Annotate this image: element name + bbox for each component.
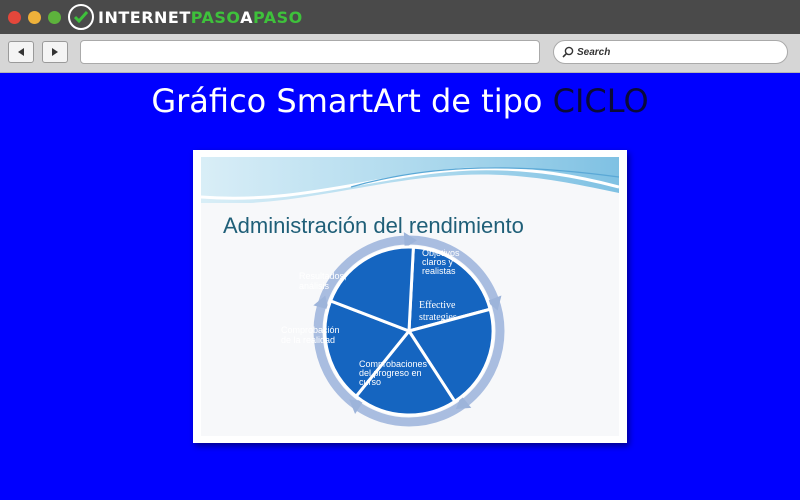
slide-canvas: Administración del rendimiento Objetivos…	[201, 157, 619, 436]
cycle-segment-label: realistas	[422, 266, 456, 276]
address-bar[interactable]	[80, 40, 540, 64]
page-title: Gráfico SmartArt de tipo CICLO	[0, 82, 800, 120]
window-controls	[8, 10, 61, 24]
cycle-segment-label: strategies	[419, 312, 457, 323]
page-title-main: Gráfico SmartArt de tipo	[151, 82, 553, 120]
cycle-segment-label: Effective	[419, 300, 456, 311]
cycle-diagram: Objetivosclaros yrealistasEffectivestrat…	[281, 232, 505, 427]
close-window-button[interactable]	[8, 10, 21, 24]
logo-text: INTERNETPASOAPASO	[98, 7, 303, 27]
back-arrow-icon	[18, 48, 24, 56]
page-title-accent: CICLO	[552, 82, 649, 120]
cycle-segment-label: Comprobación	[281, 325, 340, 335]
search-icon	[562, 46, 574, 58]
minimize-window-button[interactable]	[28, 10, 41, 24]
forward-arrow-icon	[52, 48, 58, 56]
search-placeholder: Search	[577, 46, 611, 58]
cycle-segment-label: de la realidad	[281, 335, 335, 345]
search-input[interactable]: Search	[553, 40, 788, 64]
site-logo: INTERNETPASOAPASO	[68, 4, 303, 30]
cycle-segment-label: análisis	[299, 281, 330, 291]
browser-toolbar: Search	[0, 34, 800, 73]
cycle-segment-label: curso	[359, 377, 381, 387]
cycle-segment-label: Resultados,	[299, 271, 347, 281]
forward-button[interactable]	[42, 41, 68, 63]
back-button[interactable]	[8, 41, 34, 63]
maximize-window-button[interactable]	[48, 10, 61, 24]
window-titlebar: INTERNETPASOAPASO	[0, 0, 800, 34]
logo-check-icon	[68, 4, 94, 30]
slide-image: Administración del rendimiento Objetivos…	[193, 150, 627, 443]
